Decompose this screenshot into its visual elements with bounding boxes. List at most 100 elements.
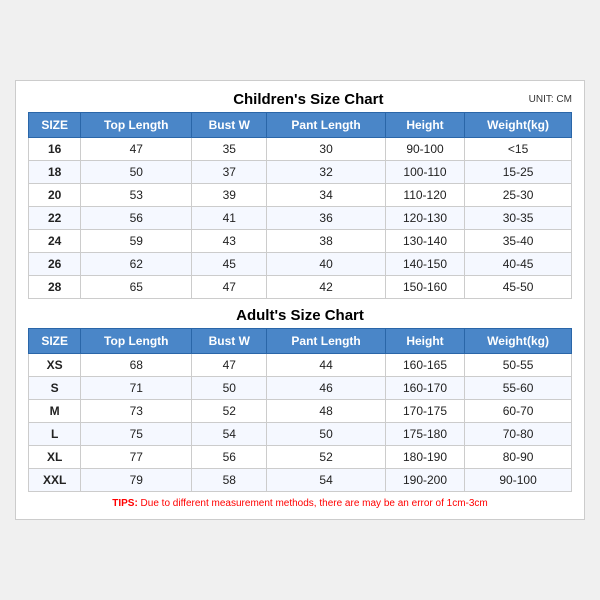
unit-label: UNIT: CM bbox=[529, 94, 572, 105]
adults-header-cell: SIZE bbox=[29, 329, 81, 354]
table-cell: 73 bbox=[81, 400, 192, 423]
table-row: 1647353090-100<15 bbox=[29, 138, 572, 161]
table-cell: 77 bbox=[81, 446, 192, 469]
table-cell: 190-200 bbox=[385, 469, 464, 492]
table-cell: 36 bbox=[267, 207, 386, 230]
table-cell: 43 bbox=[192, 230, 267, 253]
table-cell: 60-70 bbox=[465, 400, 572, 423]
table-cell: 55-60 bbox=[465, 377, 572, 400]
children-header-cell: Pant Length bbox=[267, 113, 386, 138]
table-cell: 56 bbox=[81, 207, 192, 230]
table-cell: 35-40 bbox=[465, 230, 572, 253]
table-cell: 42 bbox=[267, 276, 386, 299]
children-header-cell: Height bbox=[385, 113, 464, 138]
tips-label: TIPS: bbox=[112, 498, 138, 509]
table-cell: 175-180 bbox=[385, 423, 464, 446]
table-cell: 59 bbox=[81, 230, 192, 253]
children-title-row: Children's Size Chart UNIT: CM bbox=[28, 91, 572, 108]
table-cell: 48 bbox=[267, 400, 386, 423]
table-cell: 90-100 bbox=[465, 469, 572, 492]
table-cell: 22 bbox=[29, 207, 81, 230]
table-cell: 160-165 bbox=[385, 354, 464, 377]
table-cell: 62 bbox=[81, 253, 192, 276]
table-cell: 180-190 bbox=[385, 446, 464, 469]
table-cell: 26 bbox=[29, 253, 81, 276]
table-cell: 71 bbox=[81, 377, 192, 400]
table-cell: S bbox=[29, 377, 81, 400]
table-cell: 30-35 bbox=[465, 207, 572, 230]
table-cell: <15 bbox=[465, 138, 572, 161]
table-cell: 52 bbox=[267, 446, 386, 469]
table-row: XL775652180-19080-90 bbox=[29, 446, 572, 469]
table-cell: M bbox=[29, 400, 81, 423]
table-cell: 170-175 bbox=[385, 400, 464, 423]
table-cell: 120-130 bbox=[385, 207, 464, 230]
table-cell: 47 bbox=[192, 354, 267, 377]
adults-title-row: Adult's Size Chart bbox=[28, 307, 572, 324]
table-cell: 100-110 bbox=[385, 161, 464, 184]
table-cell: 39 bbox=[192, 184, 267, 207]
table-row: M735248170-17560-70 bbox=[29, 400, 572, 423]
table-cell: 44 bbox=[267, 354, 386, 377]
table-cell: 15-25 bbox=[465, 161, 572, 184]
adults-table: SIZETop LengthBust WPant LengthHeightWei… bbox=[28, 328, 572, 492]
table-cell: 160-170 bbox=[385, 377, 464, 400]
table-row: 24594338130-14035-40 bbox=[29, 230, 572, 253]
table-row: 28654742150-16045-50 bbox=[29, 276, 572, 299]
adults-header-cell: Height bbox=[385, 329, 464, 354]
table-cell: 40 bbox=[267, 253, 386, 276]
table-cell: 45 bbox=[192, 253, 267, 276]
table-cell: 80-90 bbox=[465, 446, 572, 469]
table-cell: 75 bbox=[81, 423, 192, 446]
table-cell: 50 bbox=[267, 423, 386, 446]
table-row: L755450175-18070-80 bbox=[29, 423, 572, 446]
adults-header-cell: Bust W bbox=[192, 329, 267, 354]
table-cell: 79 bbox=[81, 469, 192, 492]
table-cell: XS bbox=[29, 354, 81, 377]
table-cell: 150-160 bbox=[385, 276, 464, 299]
table-cell: L bbox=[29, 423, 81, 446]
table-cell: 30 bbox=[267, 138, 386, 161]
table-cell: 53 bbox=[81, 184, 192, 207]
table-cell: 110-120 bbox=[385, 184, 464, 207]
table-row: 18503732100-11015-25 bbox=[29, 161, 572, 184]
adults-header-row: SIZETop LengthBust WPant LengthHeightWei… bbox=[29, 329, 572, 354]
table-cell: 47 bbox=[192, 276, 267, 299]
table-row: 20533934110-12025-30 bbox=[29, 184, 572, 207]
table-cell: 24 bbox=[29, 230, 81, 253]
table-row: XXL795854190-20090-100 bbox=[29, 469, 572, 492]
table-cell: 54 bbox=[192, 423, 267, 446]
table-cell: 90-100 bbox=[385, 138, 464, 161]
table-cell: 20 bbox=[29, 184, 81, 207]
adults-title: Adult's Size Chart bbox=[28, 307, 572, 324]
table-cell: 45-50 bbox=[465, 276, 572, 299]
table-cell: 38 bbox=[267, 230, 386, 253]
table-cell: 54 bbox=[267, 469, 386, 492]
table-cell: 68 bbox=[81, 354, 192, 377]
table-cell: 46 bbox=[267, 377, 386, 400]
children-title: Children's Size Chart bbox=[88, 91, 529, 108]
table-cell: XL bbox=[29, 446, 81, 469]
table-cell: 35 bbox=[192, 138, 267, 161]
children-header-cell: SIZE bbox=[29, 113, 81, 138]
table-cell: XXL bbox=[29, 469, 81, 492]
table-cell: 50 bbox=[192, 377, 267, 400]
table-cell: 18 bbox=[29, 161, 81, 184]
adults-header-cell: Weight(kg) bbox=[465, 329, 572, 354]
children-header-cell: Top Length bbox=[81, 113, 192, 138]
table-cell: 56 bbox=[192, 446, 267, 469]
table-cell: 28 bbox=[29, 276, 81, 299]
table-cell: 41 bbox=[192, 207, 267, 230]
adults-header-cell: Pant Length bbox=[267, 329, 386, 354]
children-table: SIZETop LengthBust WPant LengthHeightWei… bbox=[28, 112, 572, 299]
table-cell: 58 bbox=[192, 469, 267, 492]
children-header-row: SIZETop LengthBust WPant LengthHeightWei… bbox=[29, 113, 572, 138]
table-cell: 34 bbox=[267, 184, 386, 207]
table-cell: 130-140 bbox=[385, 230, 464, 253]
tips-text: Due to different measurement methods, th… bbox=[138, 498, 488, 509]
table-cell: 37 bbox=[192, 161, 267, 184]
table-row: 22564136120-13030-35 bbox=[29, 207, 572, 230]
table-cell: 140-150 bbox=[385, 253, 464, 276]
children-header-cell: Bust W bbox=[192, 113, 267, 138]
children-header-cell: Weight(kg) bbox=[465, 113, 572, 138]
